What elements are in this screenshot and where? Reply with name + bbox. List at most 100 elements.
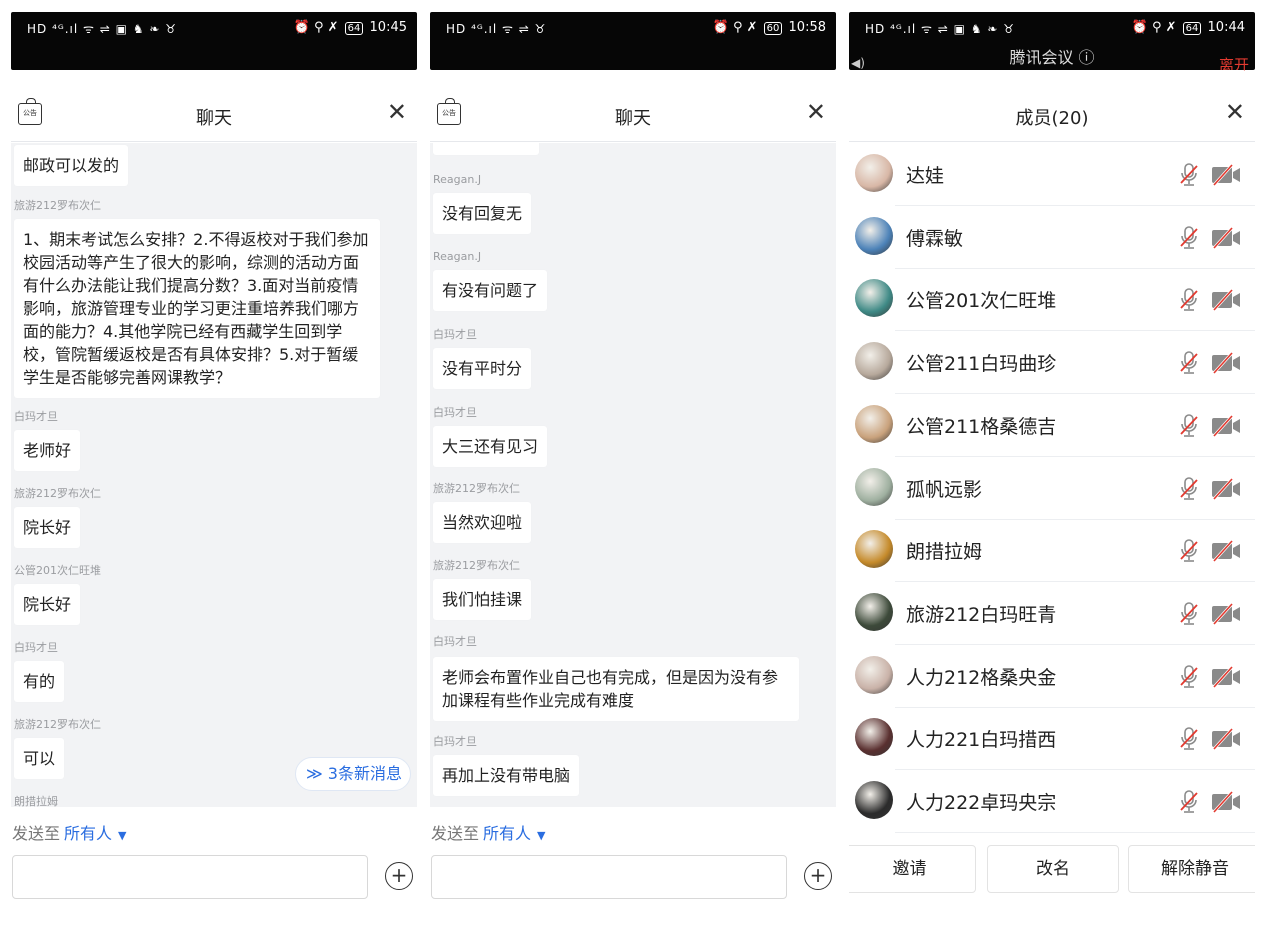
- status-time: 10:45: [369, 20, 407, 35]
- send-to-target[interactable]: 所有人: [64, 824, 112, 843]
- camera-off-icon[interactable]: [1211, 352, 1241, 375]
- mic-muted-icon[interactable]: [1178, 476, 1200, 502]
- avatar: [855, 530, 893, 569]
- member-row[interactable]: 人力221白玛措西: [849, 707, 1255, 771]
- chat-message-list[interactable]: Reagan.J 没有回复无 Reagan.J 有没有问题了 白玛才旦 没有平时…: [430, 143, 836, 807]
- message-sender: 白玛才旦: [14, 641, 58, 654]
- member-row[interactable]: 孤帆远影: [849, 457, 1255, 520]
- camera-off-icon[interactable]: [1211, 414, 1241, 437]
- camera-off-icon[interactable]: [1211, 289, 1241, 312]
- mic-muted-icon[interactable]: [1178, 726, 1200, 752]
- member-row[interactable]: 朗措拉姆: [849, 519, 1255, 583]
- mic-muted-icon[interactable]: [1178, 789, 1200, 815]
- new-messages-button[interactable]: ≫ 3条新消息: [294, 757, 411, 791]
- message-sender: 旅游212罗布次仁: [14, 718, 101, 731]
- message-bubble: 老师好: [14, 430, 81, 471]
- message-bubble: 没有回复无: [433, 193, 532, 234]
- mic-muted-icon[interactable]: [1178, 664, 1200, 690]
- member-row[interactable]: 公管201次仁旺堆: [849, 268, 1255, 332]
- camera-off-icon[interactable]: [1211, 163, 1241, 187]
- chat-panel-1: HD ⁴ᴳ.ıl ᯤ ⇌ ▣ ♞ ❧ ♉ ⏰ ⚲ ✗ 64 10:45 公告 聊…: [11, 12, 417, 950]
- member-row[interactable]: 人力212格桑央金: [849, 645, 1255, 708]
- status-time: 10:58: [788, 20, 826, 35]
- message-bubble: 我们怕挂课: [433, 579, 532, 620]
- rename-button[interactable]: 改名: [987, 845, 1119, 893]
- message-bubble: 有没有问题了: [433, 270, 548, 311]
- mic-muted-icon[interactable]: [1178, 601, 1200, 627]
- mic-muted-icon[interactable]: [1178, 162, 1200, 188]
- avatar: [855, 781, 893, 819]
- unmute-button[interactable]: 解除静音: [1128, 845, 1255, 893]
- mic-muted-icon[interactable]: [1178, 538, 1200, 564]
- meeting-title[interactable]: 腾讯会议 ⓘ: [1009, 48, 1094, 67]
- avatar: [855, 216, 893, 255]
- camera-off-icon[interactable]: [1211, 226, 1241, 249]
- status-bar: HD ⁴ᴳ.ıl ᯤ ⇌ ▣ ♞ ❧ ♉ ⏰ ⚲ ✗ 64 10:44 ◀) 腾…: [849, 12, 1255, 74]
- member-row[interactable]: 傅霖敏: [849, 206, 1255, 269]
- camera-off-icon[interactable]: [1211, 477, 1241, 500]
- avatar: [855, 154, 893, 192]
- camera-off-icon[interactable]: [1211, 540, 1241, 563]
- battery-icon: 64: [344, 22, 364, 35]
- mic-muted-icon[interactable]: [1178, 350, 1200, 376]
- message-bubble: [433, 143, 539, 155]
- mic-muted-icon[interactable]: [1178, 225, 1200, 251]
- close-icon[interactable]: ✕: [1225, 100, 1245, 124]
- invite-button[interactable]: 邀请: [849, 845, 976, 893]
- send-bar: 发送至 所有人 ▼ +: [430, 807, 836, 950]
- member-row[interactable]: 人力222卓玛央宗: [849, 770, 1255, 833]
- meeting-bar: ◀) 腾讯会议 ⓘ 离开: [849, 44, 1255, 74]
- message-bubble: 当然欢迎啦: [433, 502, 532, 543]
- message-sender: 旅游212罗布次仁: [433, 559, 520, 572]
- member-name: 公管201次仁旺堆: [906, 290, 1057, 313]
- status-icons-left: HD ⁴ᴳ.ıl ᯤ ⇌ ♉: [446, 22, 547, 36]
- members-panel: HD ⁴ᴳ.ıl ᯤ ⇌ ▣ ♞ ❧ ♉ ⏰ ⚲ ✗ 64 10:44 ◀) 腾…: [849, 12, 1255, 950]
- camera-off-icon[interactable]: [1211, 728, 1241, 751]
- status-icons-left: HD ⁴ᴳ.ıl ᯤ ⇌ ▣ ♞ ❧ ♉: [27, 22, 178, 36]
- member-list[interactable]: 达娃傅霖敏公管201次仁旺堆公管211白玛曲珍公管211格桑德吉孤帆远影朗措拉姆…: [849, 143, 1255, 843]
- message-input[interactable]: [12, 855, 368, 899]
- mic-muted-icon[interactable]: [1178, 287, 1200, 313]
- member-name: 朗措拉姆: [906, 541, 983, 564]
- message-bubble: 院长好: [14, 584, 81, 625]
- status-bar: HD ⁴ᴳ.ıl ᯤ ⇌ ▣ ♞ ❧ ♉ ⏰ ⚲ ✗ 64 10:45: [11, 12, 417, 70]
- camera-off-icon[interactable]: [1211, 602, 1241, 625]
- message-sender: 旅游212罗布次仁: [14, 199, 101, 212]
- message-input[interactable]: [431, 855, 787, 899]
- close-icon[interactable]: ✕: [806, 100, 826, 124]
- caret-down-icon[interactable]: ▼: [118, 829, 126, 842]
- message-sender: 白玛才旦: [14, 410, 58, 423]
- send-to-target[interactable]: 所有人: [483, 824, 531, 843]
- member-row[interactable]: 公管211白玛曲珍: [849, 331, 1255, 395]
- message-sender: 白玛才旦: [433, 406, 477, 419]
- send-to-selector[interactable]: 发送至 所有人 ▼: [431, 820, 546, 844]
- status-time: 10:44: [1207, 20, 1245, 35]
- message-bubble: 老师会布置作业自己也有完成，但是因为没有参加课程有些作业完成有难度: [433, 657, 799, 721]
- member-row[interactable]: 达娃: [849, 143, 1255, 206]
- caret-down-icon[interactable]: ▼: [537, 829, 545, 842]
- member-name: 人力212格桑央金: [906, 666, 1057, 689]
- mic-muted-icon[interactable]: [1178, 413, 1200, 439]
- speaker-icon[interactable]: ◀): [851, 56, 865, 70]
- member-name: 傅霖敏: [906, 227, 964, 250]
- page-title: 聊天: [615, 108, 651, 129]
- chat-header: 公告 聊天 ✕: [11, 70, 417, 142]
- camera-off-icon[interactable]: [1211, 665, 1241, 688]
- member-name: 达娃: [906, 165, 945, 187]
- message-sender: 朗措拉姆: [14, 795, 58, 807]
- send-to-selector[interactable]: 发送至 所有人 ▼: [12, 820, 127, 844]
- message-bubble: 院长好: [14, 507, 81, 548]
- chat-message-list[interactable]: 邮政可以发的 旅游212罗布次仁 1、期末考试怎么安排？2.不得返校对于我们参加…: [11, 143, 417, 807]
- message-bubble: 可以: [14, 738, 65, 779]
- member-name: 旅游212白玛旺青: [906, 603, 1057, 626]
- camera-off-icon[interactable]: [1211, 790, 1241, 814]
- close-icon[interactable]: ✕: [387, 100, 407, 124]
- member-row[interactable]: 公管211格桑德吉: [849, 394, 1255, 457]
- status-icons-left: HD ⁴ᴳ.ıl ᯤ ⇌ ▣ ♞ ❧ ♉: [865, 22, 1016, 36]
- status-bar: HD ⁴ᴳ.ıl ᯤ ⇌ ♉ ⏰ ⚲ ✗ 60 10:58: [430, 12, 836, 70]
- plus-icon[interactable]: +: [804, 862, 832, 890]
- member-name: 人力221白玛措西: [906, 729, 1057, 752]
- plus-icon[interactable]: +: [385, 862, 413, 890]
- member-name: 公管211格桑德吉: [906, 415, 1057, 438]
- member-row[interactable]: 旅游212白玛旺青: [849, 582, 1255, 645]
